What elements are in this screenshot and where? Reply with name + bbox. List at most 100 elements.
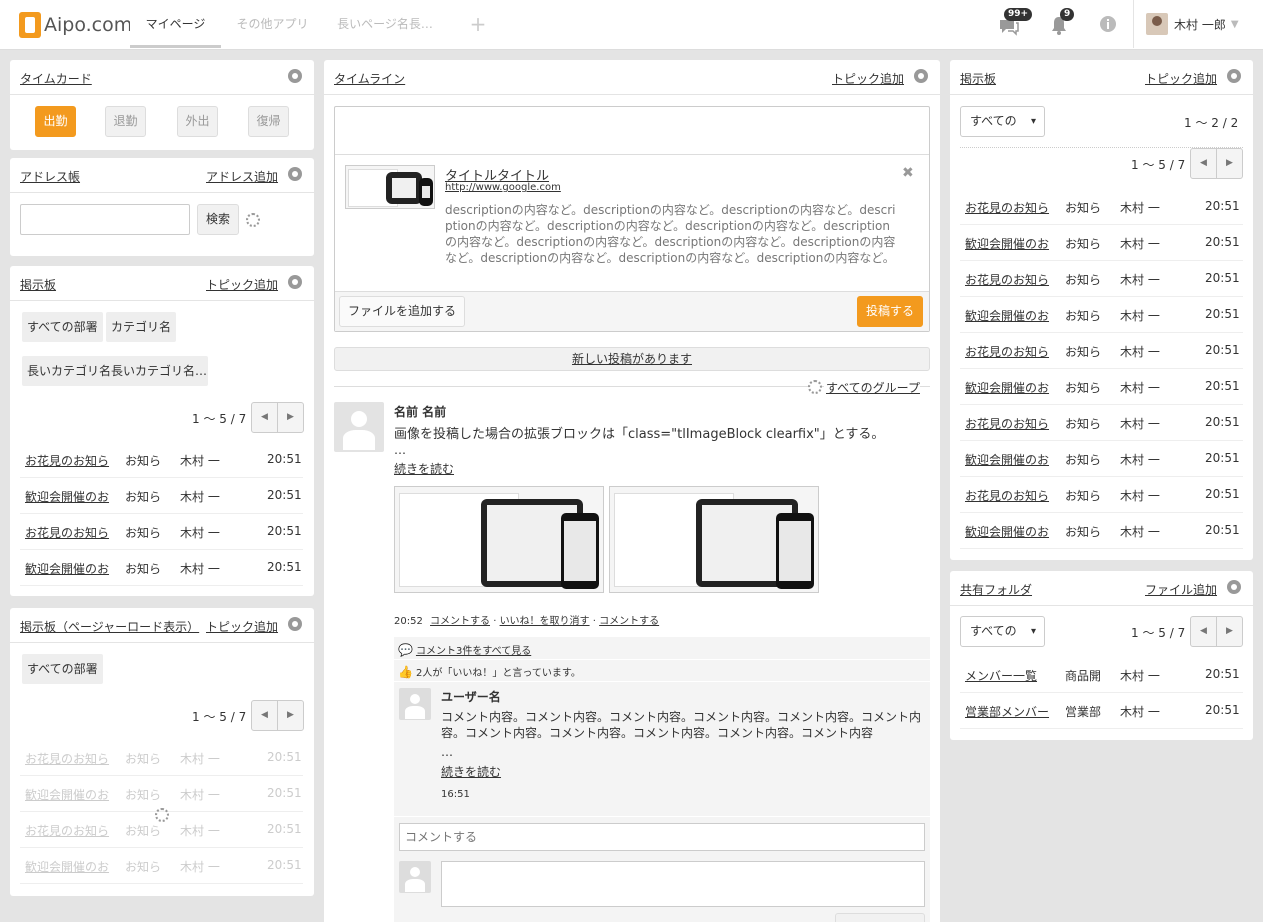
show-comments[interactable]: 💬 コメント3件をすべて見る xyxy=(398,642,531,658)
row-title[interactable]: 歓迎会開催のお xyxy=(25,786,109,803)
tab-mypage[interactable]: マイページ xyxy=(130,0,221,48)
link-preview-url[interactable]: http://www.google.com xyxy=(445,182,561,193)
list-item[interactable]: 歓迎会開催のお お知ら 木村 一 20:51 xyxy=(960,225,1243,261)
gear-icon[interactable] xyxy=(914,69,928,83)
list-item[interactable]: 歓迎会開催のお お知ら 木村 一 20:51 xyxy=(20,478,303,514)
gear-icon[interactable] xyxy=(288,69,302,83)
add-topic-link[interactable]: トピック追加 xyxy=(832,70,904,87)
gear-icon[interactable] xyxy=(288,617,302,631)
list-item[interactable]: 営業部メンバー 営業部 木村 一 20:51 xyxy=(960,693,1243,729)
list-item[interactable]: 歓迎会開催のお お知ら 木村 一 20:51 xyxy=(960,297,1243,333)
comment-textarea[interactable] xyxy=(441,861,925,907)
pager-buttons[interactable]: ◀ ▶ xyxy=(251,700,304,731)
clock-out-button[interactable]: 退勤 xyxy=(105,106,146,137)
close-icon[interactable]: ✖ xyxy=(902,165,914,181)
row-title[interactable]: お花見のお知ら xyxy=(25,750,109,767)
row-title[interactable]: 歓迎会開催のお xyxy=(965,451,1049,468)
row-title[interactable]: お花見のお知ら xyxy=(25,822,109,839)
row-title[interactable]: お花見のお知ら xyxy=(965,343,1049,360)
tab-long-page[interactable]: 長いページ名長… xyxy=(330,0,440,48)
folder-title[interactable]: 共有フォルダ xyxy=(960,581,1032,598)
row-title[interactable]: 歓迎会開催のお xyxy=(965,307,1049,324)
unlike-link[interactable]: いいね！を取り消す xyxy=(500,616,590,627)
chevron-right-icon[interactable]: ▶ xyxy=(278,403,303,432)
gear-icon[interactable] xyxy=(288,167,302,181)
post-button[interactable]: 投稿する xyxy=(857,296,923,327)
logo[interactable]: Aipo.com xyxy=(19,12,132,38)
add-address-link[interactable]: アドレス追加 xyxy=(206,168,278,185)
read-more-link[interactable]: 続きを読む xyxy=(394,460,454,477)
add-topic-link[interactable]: トピック追加 xyxy=(206,618,278,635)
add-tab-button[interactable]: + xyxy=(462,0,494,48)
board-title[interactable]: 掲示板 xyxy=(960,70,996,87)
chevron-left-icon[interactable]: ◀ xyxy=(1191,149,1217,178)
clock-in-button[interactable]: 出勤 xyxy=(35,106,76,137)
list-item[interactable]: お花見のお知ら お知ら 木村 一 20:51 xyxy=(960,477,1243,513)
row-title[interactable]: 歓迎会開催のお xyxy=(25,858,109,875)
timecard-title[interactable]: タイムカード xyxy=(20,70,92,87)
post-author[interactable]: 名前 名前 xyxy=(394,403,446,420)
list-item[interactable]: お花見のお知ら お知ら 木村 一 20:51 xyxy=(960,189,1243,225)
filter-all-departments[interactable]: すべての部署 xyxy=(22,654,103,684)
list-item[interactable]: 歓迎会開催のお お知ら 木村 一 20:51 xyxy=(20,848,303,884)
filter-all-departments[interactable]: すべての部署 xyxy=(22,312,103,342)
notifications-icon[interactable]: 9 xyxy=(1048,8,1075,36)
pager-buttons[interactable]: ◀ ▶ xyxy=(1190,148,1243,179)
list-item[interactable]: お花見のお知ら お知ら 木村 一 20:51 xyxy=(20,514,303,550)
row-title[interactable]: 歓迎会開催のお xyxy=(965,379,1049,396)
category-select[interactable]: すべての xyxy=(960,106,1045,137)
filter-long-category[interactable]: 長いカテゴリ名長いカテゴリ名… xyxy=(22,356,208,386)
list-item[interactable]: お花見のお知ら お知ら 木村 一 20:51 xyxy=(960,261,1243,297)
row-title[interactable]: 歓迎会開催のお xyxy=(965,235,1049,252)
new-posts-banner[interactable]: 新しい投稿があります xyxy=(334,347,930,371)
row-title[interactable]: お花見のお知ら xyxy=(965,199,1049,216)
gear-icon[interactable] xyxy=(288,275,302,289)
gear-icon[interactable] xyxy=(1227,69,1241,83)
list-item[interactable]: お花見のお知ら お知ら 木村 一 20:51 xyxy=(960,405,1243,441)
pager-buttons[interactable]: ◀ ▶ xyxy=(251,402,304,433)
comment-input[interactable] xyxy=(399,823,925,851)
chevron-right-icon[interactable]: ▶ xyxy=(1217,617,1242,646)
post-image-1[interactable] xyxy=(394,486,604,593)
board-title[interactable]: 掲示板 xyxy=(20,276,56,293)
chevron-left-icon[interactable]: ◀ xyxy=(1191,617,1217,646)
list-item[interactable]: 歓迎会開催のお お知ら 木村 一 20:51 xyxy=(960,441,1243,477)
messages-icon[interactable]: 99+ xyxy=(998,8,1033,36)
timeline-title[interactable]: タイムライン xyxy=(334,70,405,87)
post-image-2[interactable] xyxy=(609,486,819,593)
search-button[interactable]: 検索 xyxy=(197,204,239,235)
chevron-right-icon[interactable]: ▶ xyxy=(278,701,303,730)
row-title[interactable]: 営業部メンバー xyxy=(965,703,1049,720)
comment-link-2[interactable]: コメントする xyxy=(599,616,659,627)
add-topic-link[interactable]: トピック追加 xyxy=(1145,70,1217,87)
row-title[interactable]: お花見のお知ら xyxy=(965,415,1049,432)
list-item[interactable]: お花見のお知ら お知ら 木村 一 20:51 xyxy=(20,442,303,478)
avatar[interactable] xyxy=(334,402,384,452)
comment-author[interactable]: ユーザー名 xyxy=(441,688,501,705)
list-item[interactable]: 歓迎会開催のお お知ら 木村 一 20:51 xyxy=(20,550,303,586)
add-file-button[interactable]: ファイルを追加する xyxy=(339,296,465,327)
row-title[interactable]: お花見のお知ら xyxy=(25,452,109,469)
add-file-link[interactable]: ファイル追加 xyxy=(1145,581,1217,598)
chevron-left-icon[interactable]: ◀ xyxy=(252,403,278,432)
filter-category[interactable]: カテゴリ名 xyxy=(106,312,177,342)
read-more-link[interactable]: 続きを読む xyxy=(441,763,501,780)
row-title[interactable]: お花見のお知ら xyxy=(965,487,1049,504)
chevron-left-icon[interactable]: ◀ xyxy=(252,701,278,730)
row-title[interactable]: メンバー一覧 xyxy=(965,667,1037,684)
row-title[interactable]: お花見のお知ら xyxy=(965,271,1049,288)
return-button[interactable]: 復帰 xyxy=(248,106,289,137)
gear-icon[interactable] xyxy=(1227,580,1241,594)
comment-link[interactable]: コメントする xyxy=(430,616,490,627)
chevron-right-icon[interactable]: ▶ xyxy=(1217,149,1242,178)
go-out-button[interactable]: 外出 xyxy=(177,106,218,137)
row-title[interactable]: 歓迎会開催のお xyxy=(965,523,1049,540)
show-comments-link[interactable]: コメント3件をすべて見る xyxy=(416,642,531,657)
tab-other-apps[interactable]: その他アプリ xyxy=(225,0,320,48)
add-topic-link[interactable]: トピック追加 xyxy=(206,276,278,293)
pager-buttons[interactable]: ◀ ▶ xyxy=(1190,616,1243,647)
row-title[interactable]: お花見のお知ら xyxy=(25,524,109,541)
board-pager-title[interactable]: 掲示板（ページャーロード表示） xyxy=(20,618,199,635)
user-menu[interactable]: 木村 一郎 ▼ xyxy=(1133,0,1239,48)
list-item[interactable]: お花見のお知ら お知ら 木村 一 20:51 xyxy=(20,740,303,776)
